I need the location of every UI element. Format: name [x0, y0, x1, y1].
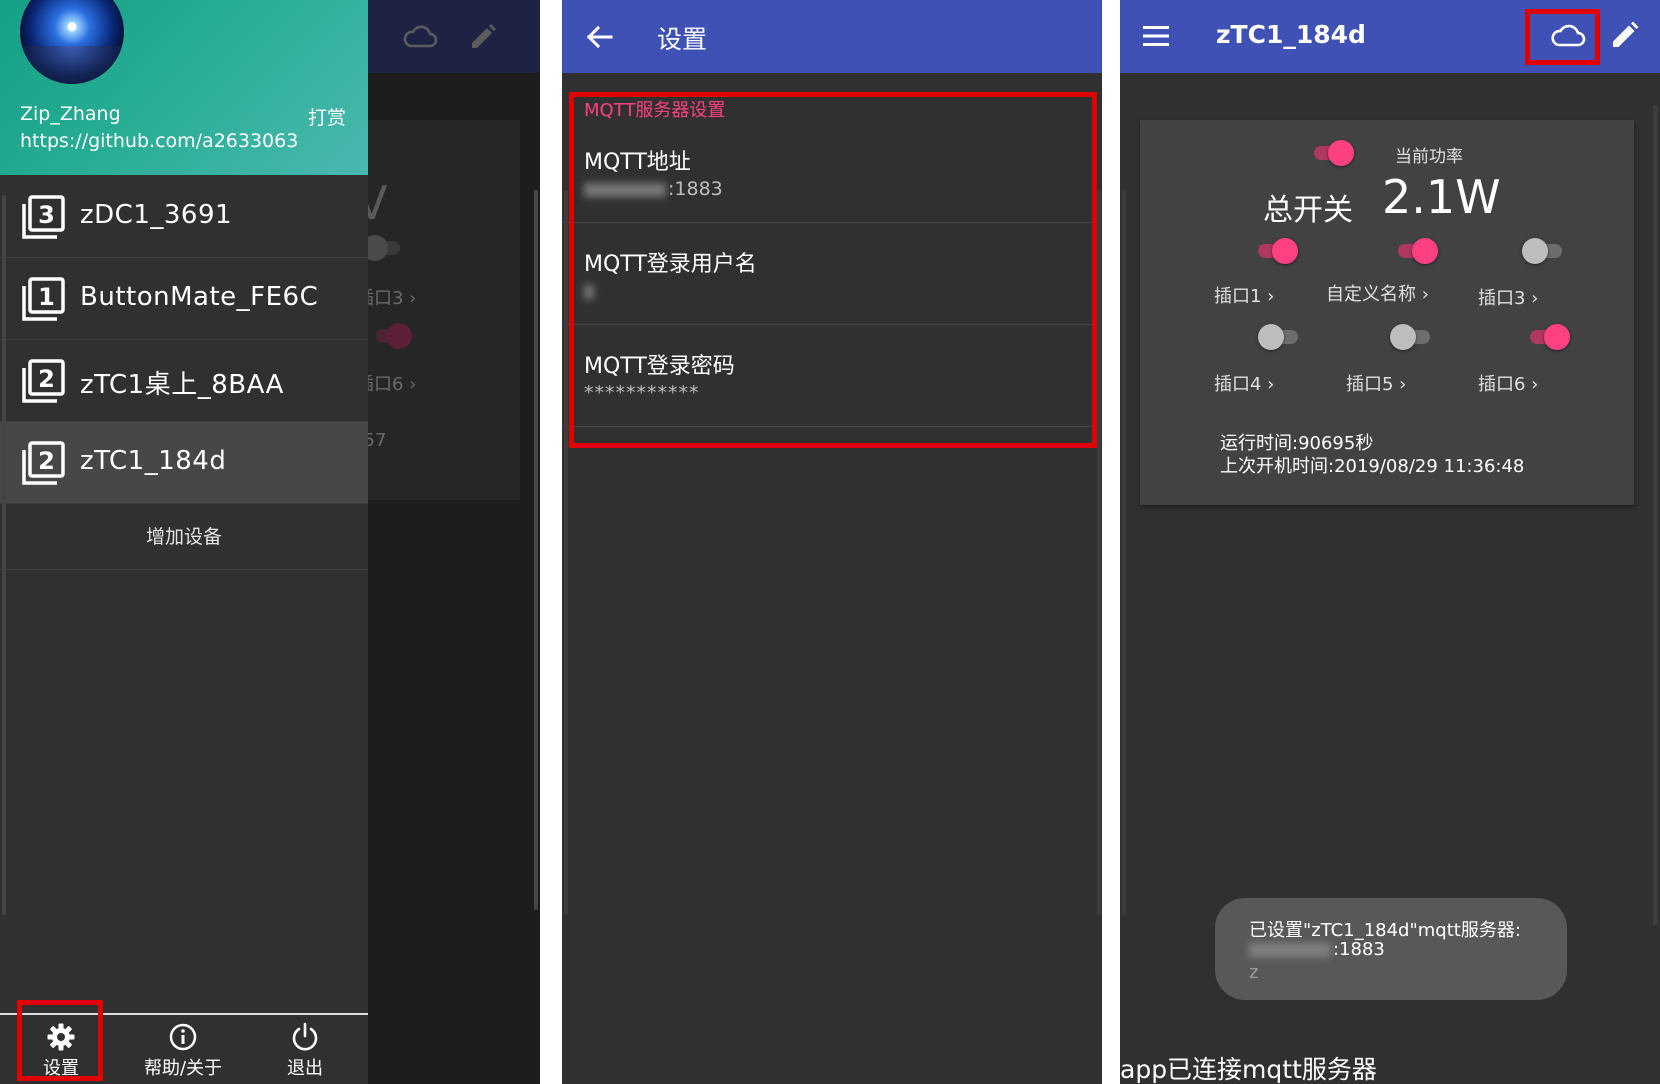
navigation-drawer: Zip_Zhang https://github.com/a2633063 打赏…	[0, 0, 368, 1084]
plug4-label[interactable]: 插口4 ›	[1214, 370, 1274, 396]
avatar[interactable]	[20, 0, 124, 84]
back-arrow-icon[interactable]	[584, 22, 614, 52]
behind-cloud-icon	[403, 25, 438, 48]
settings-scrollbar-right[interactable]	[1097, 190, 1101, 915]
plug6-label[interactable]: 插口6 ›	[1478, 370, 1538, 396]
plug5-label[interactable]: 插口5 ›	[1346, 370, 1406, 396]
page-title: 设置	[657, 25, 708, 54]
svg-text:2: 2	[38, 447, 55, 475]
behind-pencil-icon	[472, 24, 496, 48]
behind-scrollbar	[534, 190, 538, 910]
behind-switch-6	[372, 323, 412, 349]
device-card: 当前功率 总开关 2.1W 插口1 › 自定义名称 › 插口3 › 插口4 › …	[1140, 120, 1634, 505]
device-scrollbar-right[interactable]	[1653, 105, 1658, 925]
behind-switch-3	[362, 235, 402, 261]
github-link[interactable]: https://github.com/a2633063	[20, 130, 298, 152]
device-badge-3-icon: 3	[22, 195, 65, 239]
drawer-header: Zip_Zhang https://github.com/a2633063 打赏	[0, 0, 368, 175]
device-item-ztc1-184d[interactable]: 2 zTC1_184d	[0, 422, 368, 504]
master-switch-label: 总开关	[1263, 193, 1353, 228]
reward-button[interactable]: 打赏	[308, 103, 346, 130]
device-screen: zTC1_184d 当前功率 总开关 2.1W 插口1 › 自定义名称 › 插口…	[1120, 0, 1660, 1084]
plug4-switch[interactable]	[1258, 324, 1302, 350]
info-icon	[169, 1023, 197, 1051]
plug1-label[interactable]: 插口1 ›	[1214, 282, 1274, 308]
menu-icon[interactable]	[1142, 24, 1170, 48]
highlight-cloud-box	[1525, 9, 1600, 65]
plug6-switch[interactable]	[1526, 324, 1570, 350]
exit-button[interactable]: 退出	[250, 1020, 360, 1084]
device-title: zTC1_184d	[1216, 20, 1366, 49]
settings-screen: 设置 MQTT服务器设置 MQTT地址 :1883 MQTT登录用户名 MQTT…	[562, 0, 1102, 1084]
device-label: zTC1_184d	[80, 446, 227, 476]
help-about-label: 帮助/关于	[143, 1058, 223, 1079]
svg-text:1: 1	[38, 283, 55, 311]
toast-line-3: z	[1249, 962, 1259, 983]
plug3-label[interactable]: 插口3 ›	[1478, 284, 1538, 310]
device-label: zDC1_3691	[80, 200, 233, 230]
device-scrollbar-left	[1122, 190, 1126, 915]
edit-pencil-icon[interactable]	[1610, 20, 1640, 50]
exit-label: 退出	[287, 1058, 323, 1079]
drawer-scrollbar[interactable]	[2, 195, 6, 915]
device-item-buttonmate[interactable]: 1 ButtonMate_FE6C	[0, 258, 368, 340]
runtime-text: 运行时间:90695秒	[1220, 433, 1374, 454]
plug2-switch[interactable]	[1394, 238, 1438, 264]
plug5-switch[interactable]	[1390, 324, 1434, 350]
device-label: ButtonMate_FE6C	[80, 282, 319, 312]
help-about-button[interactable]: 帮助/关于	[128, 1020, 238, 1084]
connection-status: app已连接mqtt服务器	[1120, 1055, 1377, 1084]
svg-text:3: 3	[38, 201, 55, 229]
master-switch[interactable]	[1310, 140, 1354, 166]
plug3-switch[interactable]	[1522, 238, 1566, 264]
drawer-screen: V 插口3 › 插口6 › 6:57 Zip_Zhang https://git…	[0, 0, 540, 1084]
runtime-info: 运行时间:90695秒 上次开机时间:2019/08/29 11:36:48	[1220, 432, 1524, 478]
highlight-settings-box	[17, 1000, 103, 1081]
power-icon	[292, 1022, 318, 1051]
redacted-host	[1249, 943, 1331, 957]
toast-line-2: :1883	[1249, 939, 1385, 960]
device-badge-1-icon: 1	[22, 277, 65, 321]
device-item-ztc1-desk[interactable]: 2 zTC1桌上_8BAA	[0, 340, 368, 422]
highlight-mqtt-box	[569, 92, 1097, 448]
device-item-zdc1[interactable]: 3 zDC1_3691	[0, 176, 368, 258]
toast-message: 已设置"zTC1_184d"mqtt服务器: :1883 z	[1215, 898, 1567, 1000]
power-value: 2.1W	[1382, 170, 1501, 224]
settings-scrollbar-left	[564, 190, 568, 915]
user-name: Zip_Zhang	[20, 103, 121, 125]
svg-text:2: 2	[38, 365, 55, 393]
device-badge-2-icon: 2	[22, 359, 65, 403]
last-boot-text: 上次开机时间:2019/08/29 11:36:48	[1220, 456, 1525, 477]
power-label: 当前功率	[1395, 147, 1463, 167]
settings-app-bar: 设置	[562, 0, 1102, 73]
plug1-switch[interactable]	[1254, 238, 1298, 264]
add-device-button[interactable]: 增加设备	[0, 505, 368, 570]
plug2-label[interactable]: 自定义名称 ›	[1326, 280, 1429, 306]
device-label: zTC1桌上_8BAA	[80, 370, 284, 400]
device-badge-2-icon: 2	[22, 441, 65, 485]
